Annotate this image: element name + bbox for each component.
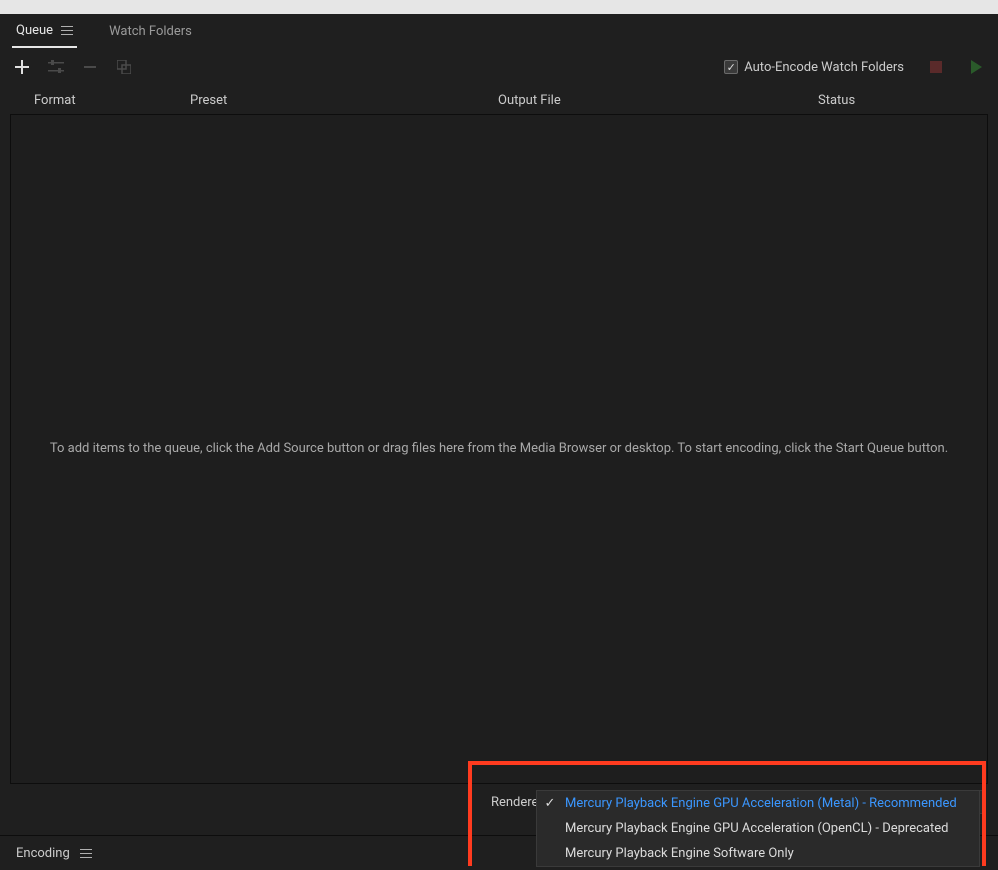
queue-toolbar: Auto-Encode Watch Folders [0,48,998,86]
tab-watch-folders-label: Watch Folders [109,24,192,39]
queue-drop-zone[interactable]: To add items to the queue, click the Add… [10,114,988,784]
queue-empty-hint: To add items to the queue, click the Add… [50,439,948,459]
checkbox-icon [724,60,738,74]
renderer-option-opencl[interactable]: Mercury Playback Engine GPU Acceleration… [537,816,979,841]
encoding-panel-menu-icon[interactable] [80,849,92,858]
encoding-panel-label: Encoding [16,846,70,861]
panel-tab-bar: Queue Watch Folders [0,14,998,48]
check-icon: ✓ [543,796,557,811]
auto-encode-checkbox[interactable]: Auto-Encode Watch Folders [724,60,904,75]
panel-menu-icon[interactable] [61,26,73,35]
column-header-status[interactable]: Status [818,93,986,108]
renderer-option-software[interactable]: Mercury Playback Engine Software Only [537,841,979,866]
settings-sliders-icon[interactable] [48,59,64,75]
tab-queue-label: Queue [16,23,53,38]
duplicate-button[interactable] [116,59,132,75]
start-queue-button[interactable] [968,59,984,75]
tab-watch-folders[interactable]: Watch Folders [105,16,196,47]
renderer-option-metal[interactable]: ✓ Mercury Playback Engine GPU Accelerati… [537,791,979,816]
remove-button[interactable] [82,59,98,75]
window-chrome-spacer [0,0,998,14]
stop-queue-button[interactable] [928,59,944,75]
queue-column-headers: Format Preset Output File Status [0,86,998,114]
renderer-option-label: Mercury Playback Engine Software Only [565,846,794,861]
tab-queue[interactable]: Queue [12,15,77,48]
add-source-button[interactable] [14,59,30,75]
column-header-preset[interactable]: Preset [190,93,498,108]
renderer-dropdown-popup: ✓ Mercury Playback Engine GPU Accelerati… [536,790,980,867]
column-header-format[interactable]: Format [34,93,190,108]
renderer-option-label: Mercury Playback Engine GPU Acceleration… [565,821,948,836]
renderer-option-label: Mercury Playback Engine GPU Acceleration… [565,796,957,811]
auto-encode-label: Auto-Encode Watch Folders [744,60,904,75]
column-header-output[interactable]: Output File [498,93,818,108]
